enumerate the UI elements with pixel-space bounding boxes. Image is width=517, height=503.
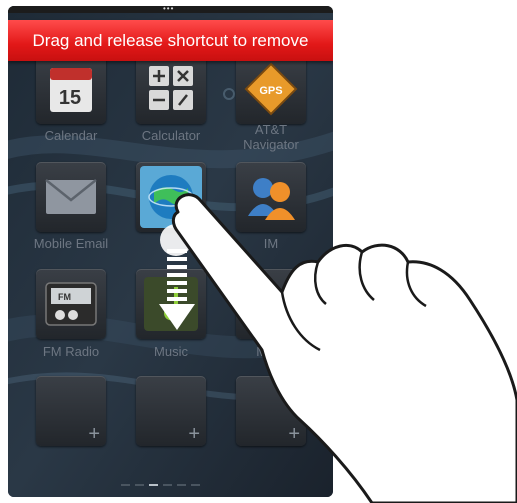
gps-badge: GPS: [259, 85, 282, 97]
my-stuff-tile[interactable]: [236, 269, 306, 339]
page-dot: [135, 484, 144, 486]
empty-slot[interactable]: +: [136, 376, 206, 446]
empty-slot[interactable]: +: [36, 376, 106, 446]
app-label-calendar: Calendar: [44, 128, 98, 143]
my-stuff-icon: [250, 289, 292, 321]
internet-tile[interactable]: [136, 162, 206, 232]
page-dot: [121, 484, 130, 486]
app-label-mobile-email: Mobile Email: [33, 236, 109, 251]
calculator-tile[interactable]: [136, 54, 206, 124]
music-icon: [144, 277, 198, 331]
calendar-tile[interactable]: 15: [36, 54, 106, 124]
notch-dots: •••: [163, 6, 175, 13]
calculator-icon: [149, 66, 193, 110]
fm-badge: FM: [58, 292, 71, 302]
knuckle-line: [358, 251, 375, 301]
phone-screen: ••• Drag and release shortcut to remove …: [8, 6, 333, 497]
att-navigator-tile[interactable]: GPS: [236, 54, 306, 124]
page-dot: [177, 484, 186, 486]
page-dot: [163, 484, 172, 486]
add-shortcut-icon: +: [88, 423, 100, 445]
add-shortcut-icon: +: [288, 423, 300, 445]
app-label-calculator: Calculator: [141, 128, 201, 143]
internet-globe-icon: [140, 166, 202, 228]
app-label-att-navigator: AT&T Navigator: [243, 122, 299, 152]
email-icon: [45, 179, 97, 214]
calendar-icon: 15: [50, 68, 92, 112]
empty-slot[interactable]: +: [236, 376, 306, 446]
fm-radio-icon: FM: [45, 282, 97, 326]
mobile-email-tile[interactable]: [36, 162, 106, 232]
page-indicator: [121, 482, 221, 488]
app-label-fm-radio: FM Radio: [42, 344, 100, 359]
page-dot: [191, 484, 200, 486]
remove-shortcut-banner: Drag and release shortcut to remove: [8, 20, 333, 61]
im-icon: [248, 178, 295, 220]
app-label-im: IM: [263, 236, 279, 251]
calendar-date: 15: [59, 87, 81, 109]
app-label-my-stuff: My S: [256, 344, 286, 359]
fm-radio-tile[interactable]: FM: [36, 269, 106, 339]
im-tile[interactable]: [236, 162, 306, 232]
add-shortcut-icon: +: [188, 423, 200, 445]
music-tile[interactable]: [136, 269, 206, 339]
knuckle-line: [405, 261, 427, 308]
app-label-music: Music: [154, 344, 188, 359]
top-edge: •••: [8, 6, 333, 13]
page-dot-active: [149, 484, 158, 486]
gps-icon: GPS: [244, 62, 298, 116]
